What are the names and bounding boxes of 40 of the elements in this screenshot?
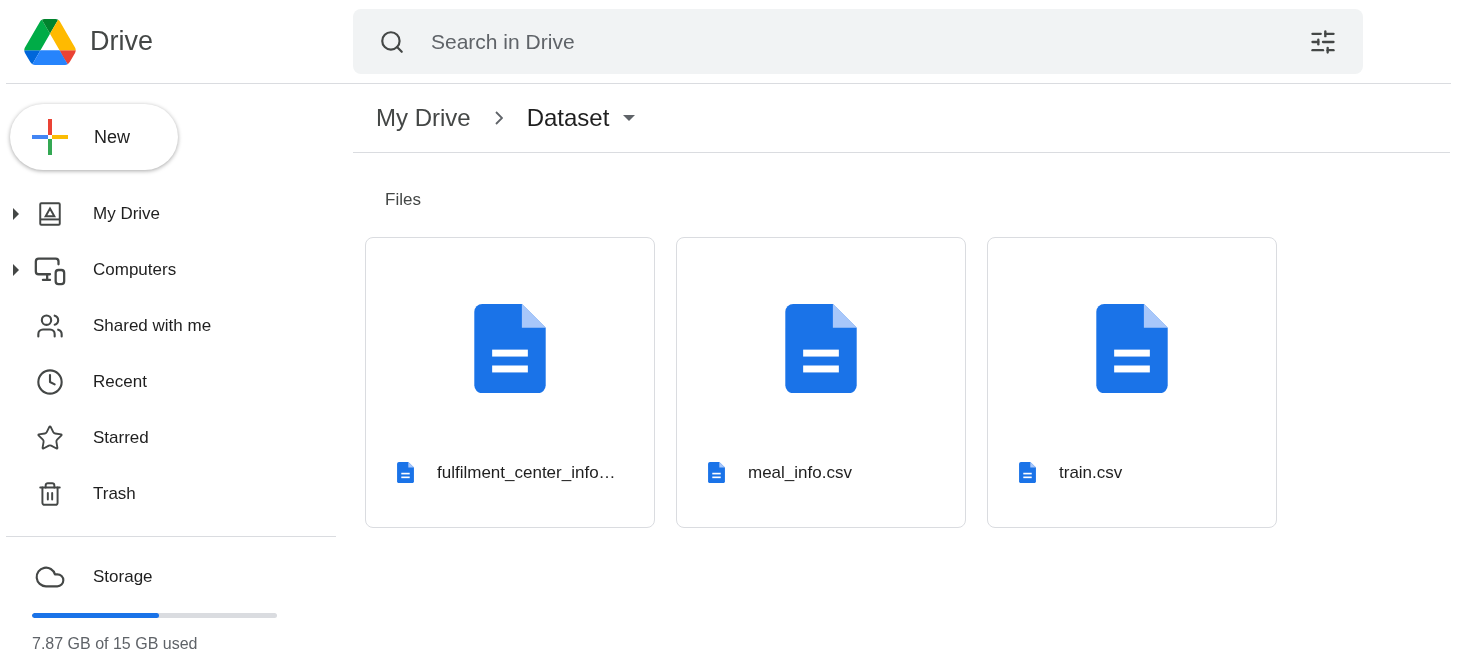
sidebar-item[interactable]: Trash [6,466,336,522]
sidebar-item[interactable]: Computers [6,242,336,298]
storage-reading: 7.87 GB of 15 GB used [32,634,199,653]
search-field[interactable]: Search in Drive [431,25,1309,58]
document-icon [397,461,414,483]
breadcrumb-item[interactable]: My Drive [376,100,471,136]
sidebar-item[interactable]: My Drive [6,186,336,242]
document-icon [785,303,857,394]
breadcrumb-item[interactable]: Dataset [526,100,610,136]
drive-icon [37,201,63,227]
new-button[interactable]: New [10,104,178,170]
document-icon [708,461,725,483]
sidebar-item[interactable]: Shared with me [6,298,336,354]
star-icon [36,424,64,452]
people-icon [36,312,64,340]
file-card[interactable]: meal_info.csv [676,236,966,528]
sidebar-item[interactable]: Recent [6,354,336,410]
file-card[interactable]: fulfilment_center_info… [365,236,655,528]
search-bar[interactable]: Search in Drive [353,9,1363,74]
chevron-icon [494,111,503,125]
clock-icon [36,368,64,396]
drive-logo-icon [24,18,76,65]
section-title: Files [385,189,422,211]
filter-icon[interactable] [1309,27,1337,56]
caret-icon[interactable] [12,208,20,220]
app-name: Drive [90,25,153,59]
sidebar-item[interactable]: Starred [6,410,336,466]
document-icon [1096,303,1168,394]
dropdown-icon[interactable] [623,115,636,121]
document-icon [1019,461,1036,483]
file-name: fulfilment_center_info… [437,461,616,484]
file-name: meal_info.csv [748,461,852,484]
file-name: train.csv [1059,461,1123,484]
storage-item[interactable]: Storage [6,551,336,603]
caret-icon[interactable] [12,264,20,276]
search-icon [379,28,405,55]
plus-icon [32,119,68,155]
document-icon [474,303,546,394]
trash-icon [37,481,63,507]
file-card[interactable]: train.csv [987,236,1277,528]
